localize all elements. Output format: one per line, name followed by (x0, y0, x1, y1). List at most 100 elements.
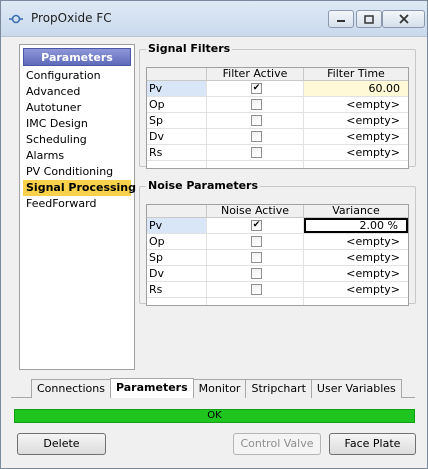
table-row[interactable]: Pv ✔ 60.00 (147, 81, 408, 97)
noise-active-checkbox[interactable] (251, 236, 262, 247)
grid-filler (147, 161, 408, 168)
filter-active-checkbox[interactable] (251, 115, 262, 126)
close-icon (398, 14, 409, 24)
column-header-filter-time[interactable]: Filter Time (304, 68, 408, 80)
application-window: PropOxide FC Parameters Configuration Ad… (0, 0, 428, 469)
column-header-name (147, 205, 207, 217)
filler-cell (147, 161, 207, 168)
row-name: Sp (147, 113, 207, 128)
tab-monitor[interactable]: Monitor (192, 379, 247, 398)
column-header-variance[interactable]: Variance (304, 205, 408, 217)
noise-parameters-grid: Noise Active Variance Pv ✔ 2.00 % Op <em… (146, 204, 409, 306)
table-row[interactable]: Sp <empty> (147, 113, 408, 129)
filler-cell (207, 161, 304, 168)
tab-stripchart[interactable]: Stripchart (245, 379, 312, 398)
nav-item-configuration[interactable]: Configuration (23, 68, 131, 84)
table-row[interactable]: Rs <empty> (147, 145, 408, 161)
tab-user-variables[interactable]: User Variables (310, 379, 402, 398)
nav-item-alarms[interactable]: Alarms (23, 148, 131, 164)
filter-active-checkbox[interactable] (251, 131, 262, 142)
tab-parameters[interactable]: Parameters (109, 378, 194, 398)
nav-item-scheduling[interactable]: Scheduling (23, 132, 131, 148)
filler-cell (207, 298, 304, 305)
maximize-icon (364, 14, 374, 24)
minimize-button[interactable] (328, 10, 354, 28)
noise-parameters-group: Noise Parameters Noise Active Variance P… (139, 179, 416, 306)
nav-item-advanced[interactable]: Advanced (23, 84, 131, 100)
variance-cell[interactable]: <empty> (304, 266, 408, 281)
signal-filters-group: Signal Filters Filter Active Filter Time… (139, 42, 416, 169)
active-cell[interactable] (207, 97, 304, 112)
face-plate-button[interactable]: Face Plate (329, 433, 416, 455)
column-header-filter-active[interactable]: Filter Active (207, 68, 304, 80)
noise-active-checkbox[interactable] (251, 268, 262, 279)
table-row[interactable]: Pv ✔ 2.00 % (147, 218, 408, 234)
title-bar[interactable]: PropOxide FC (1, 1, 427, 37)
filter-time-cell[interactable]: 60.00 (304, 81, 408, 96)
row-name: Dv (147, 129, 207, 144)
signal-filters-title: Signal Filters (146, 42, 233, 55)
column-header-noise-active[interactable]: Noise Active (207, 205, 304, 217)
active-cell[interactable] (207, 234, 304, 249)
close-button[interactable] (382, 10, 425, 28)
nav-item-signal-processing[interactable]: Signal Processing (23, 180, 136, 196)
nav-item-autotuner[interactable]: Autotuner (23, 100, 131, 116)
grid-header: Noise Active Variance (147, 205, 408, 218)
table-row[interactable]: Rs <empty> (147, 282, 408, 298)
parameters-nav: Parameters Configuration Advanced Autotu… (19, 44, 136, 370)
row-name: Rs (147, 145, 207, 160)
filter-active-checkbox[interactable] (251, 99, 262, 110)
row-name: Sp (147, 250, 207, 265)
grid-filler (147, 298, 408, 305)
filter-active-checkbox[interactable] (251, 147, 262, 158)
nav-header: Parameters (23, 48, 131, 66)
table-row[interactable]: Dv <empty> (147, 129, 408, 145)
variance-cell[interactable]: <empty> (304, 250, 408, 265)
filter-active-checkbox[interactable]: ✔ (251, 83, 262, 94)
filter-time-cell[interactable]: <empty> (304, 129, 408, 144)
nav-item-imc-design[interactable]: IMC Design (23, 116, 131, 132)
active-cell[interactable] (207, 250, 304, 265)
nav-item-pv-conditioning[interactable]: PV Conditioning (23, 164, 131, 180)
noise-active-checkbox[interactable]: ✔ (251, 220, 262, 231)
active-cell[interactable] (207, 145, 304, 160)
row-name: Pv (147, 81, 207, 96)
active-cell[interactable]: ✔ (207, 81, 304, 96)
active-cell[interactable]: ✔ (207, 218, 304, 233)
active-cell[interactable] (207, 266, 304, 281)
table-row[interactable]: Op <empty> (147, 234, 408, 250)
table-row[interactable]: Dv <empty> (147, 266, 408, 282)
active-cell[interactable] (207, 282, 304, 297)
delete-button[interactable]: Delete (17, 433, 106, 455)
filter-time-cell[interactable]: <empty> (304, 113, 408, 128)
window-title: PropOxide FC (31, 11, 112, 25)
table-row[interactable]: Op <empty> (147, 97, 408, 113)
noise-active-checkbox[interactable] (251, 284, 262, 295)
row-name: Dv (147, 266, 207, 281)
grid-header: Filter Active Filter Time (147, 68, 408, 81)
minimize-icon (337, 20, 345, 22)
row-name: Pv (147, 218, 207, 233)
noise-parameters-title: Noise Parameters (146, 179, 261, 192)
row-name: Op (147, 97, 207, 112)
maximize-button[interactable] (356, 10, 382, 28)
column-header-name (147, 68, 207, 80)
client-area: Parameters Configuration Advanced Autotu… (7, 37, 421, 463)
row-name: Op (147, 234, 207, 249)
filter-time-cell[interactable]: <empty> (304, 145, 408, 160)
tab-connections[interactable]: Connections (31, 379, 111, 398)
table-row[interactable]: Sp <empty> (147, 250, 408, 266)
noise-active-checkbox[interactable] (251, 252, 262, 263)
filler-cell (147, 298, 207, 305)
variance-cell[interactable]: <empty> (304, 234, 408, 249)
nav-item-feedforward[interactable]: FeedForward (23, 196, 131, 212)
control-valve-button[interactable]: Control Valve (233, 433, 321, 455)
active-cell[interactable] (207, 129, 304, 144)
variance-cell[interactable]: <empty> (304, 282, 408, 297)
filter-time-cell[interactable]: <empty> (304, 97, 408, 112)
app-icon (9, 14, 23, 24)
active-cell[interactable] (207, 113, 304, 128)
variance-input[interactable]: 2.00 % (304, 218, 408, 233)
row-name: Rs (147, 282, 207, 297)
tab-strip: Connections Parameters Monitor Stripchar… (31, 378, 402, 398)
